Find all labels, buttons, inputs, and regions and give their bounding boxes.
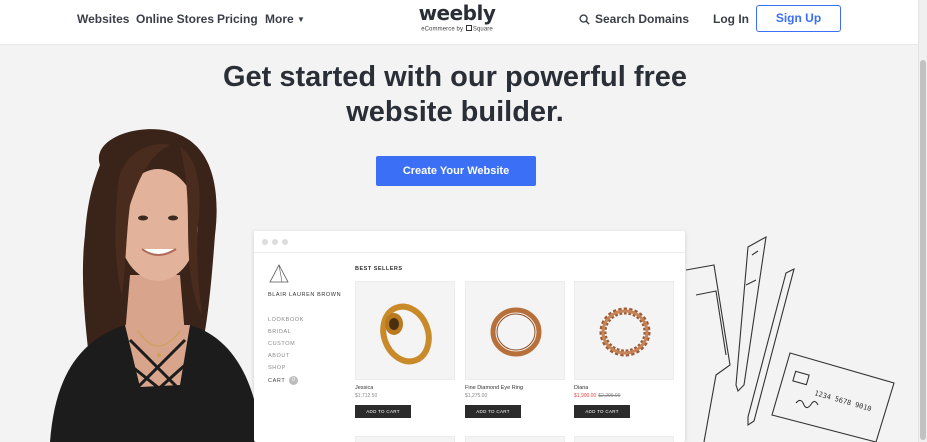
product-price: $1,712.50: [355, 393, 378, 399]
best-sellers-heading: BEST SELLERS: [355, 266, 403, 272]
window-dot-icon: [282, 239, 288, 245]
logo-sub-b: Square: [472, 26, 493, 33]
search-icon: [579, 13, 590, 25]
add-to-cart-button[interactable]: ADD TO CART: [574, 405, 630, 418]
copper-ring-image: [490, 307, 542, 357]
nav-online-stores[interactable]: Online Stores: [136, 12, 214, 26]
nav-more[interactable]: More ▼: [265, 12, 305, 26]
create-website-button[interactable]: Create Your Website: [376, 156, 536, 186]
logo-sub-a: eCommerce by: [421, 26, 464, 33]
mock-brand-name: BLAIR LAUREN BROWN: [268, 292, 342, 298]
window-dot-icon: [272, 239, 278, 245]
product-card-partial: [574, 436, 674, 442]
textured-ring-image: [599, 307, 651, 357]
add-to-cart-button[interactable]: ADD TO CART: [355, 405, 411, 418]
product-image[interactable]: [465, 281, 565, 380]
mock-nav-shop[interactable]: SHOP: [268, 365, 286, 371]
brand-triangle-logo: [269, 264, 289, 283]
login-link[interactable]: Log In: [713, 12, 749, 26]
headline-line-1: Get started with our powerful free: [222, 61, 688, 93]
product-name: Jessica: [355, 385, 374, 391]
product-price: $1,900.00 $2,299.00: [574, 393, 674, 399]
original-price: $2,299.00: [598, 393, 621, 399]
product-card-partial: [465, 436, 565, 442]
hero-headline: Get started with our powerful free websi…: [150, 60, 760, 130]
weebly-logo[interactable]: weebly eCommerce by Square: [411, 2, 503, 33]
nav-websites[interactable]: Websites: [77, 12, 129, 26]
product-price: $1,275.00: [465, 393, 488, 399]
product-name: Diana: [574, 385, 589, 391]
pencil-sketch: [747, 267, 795, 427]
product-card-partial: [355, 436, 455, 442]
mock-nav-lookbook[interactable]: LOOKBOOK: [268, 317, 304, 323]
logo-subtitle: eCommerce by Square: [411, 25, 503, 33]
signup-button[interactable]: Sign Up: [756, 5, 841, 32]
mock-window-titlebar: [254, 231, 685, 253]
product-card[interactable]: Jessica $1,712.50 ADD TO CART: [355, 281, 455, 418]
product-image[interactable]: [574, 281, 674, 380]
add-to-cart-button[interactable]: ADD TO CART: [465, 405, 521, 418]
search-domains-link[interactable]: Search Domains: [579, 12, 689, 26]
product-image[interactable]: [355, 281, 455, 380]
card-number-text: 1234 5678 9010: [813, 389, 872, 413]
product-name: Fine Diamond Eye Ring: [465, 385, 524, 391]
nav-pricing[interactable]: Pricing: [217, 12, 258, 26]
top-navbar: Websites Online Stores Pricing More ▼ we…: [0, 0, 918, 45]
mock-website-window: BLAIR LAUREN BROWN LOOKBOOK BRIDAL CUSTO…: [254, 231, 685, 442]
mock-nav-bridal[interactable]: BRIDAL: [268, 329, 291, 335]
mock-nav-custom[interactable]: CUSTOM: [268, 341, 295, 347]
square-icon: [465, 25, 472, 31]
sale-price: $1,900.00: [574, 393, 597, 399]
search-domains-label: Search Domains: [595, 12, 690, 26]
mock-nav-about[interactable]: ABOUT: [268, 353, 290, 359]
headline-line-2: website builder.: [346, 96, 564, 128]
cart-count-badge: 0: [289, 376, 299, 385]
tablet-sketch: [686, 264, 731, 442]
gold-ring-image: [380, 303, 432, 365]
caret-down-icon: ▼: [297, 15, 305, 24]
woman-photo: [50, 129, 262, 442]
logo-wordmark: weebly: [418, 1, 496, 25]
product-card[interactable]: Fine Diamond Eye Ring $1,275.00 ADD TO C…: [465, 281, 565, 418]
window-dot-icon: [262, 239, 268, 245]
nav-more-label: More: [265, 12, 294, 26]
scrollbar-thumb[interactable]: [920, 60, 926, 440]
sketch-illustration: 1234 5678 9010: [686, 235, 895, 442]
mock-nav-cart[interactable]: CART 0: [268, 376, 299, 385]
mock-nav-cart-label: CART: [268, 377, 286, 384]
product-card[interactable]: Diana $1,900.00 $2,299.00 ADD TO CART: [574, 281, 674, 418]
